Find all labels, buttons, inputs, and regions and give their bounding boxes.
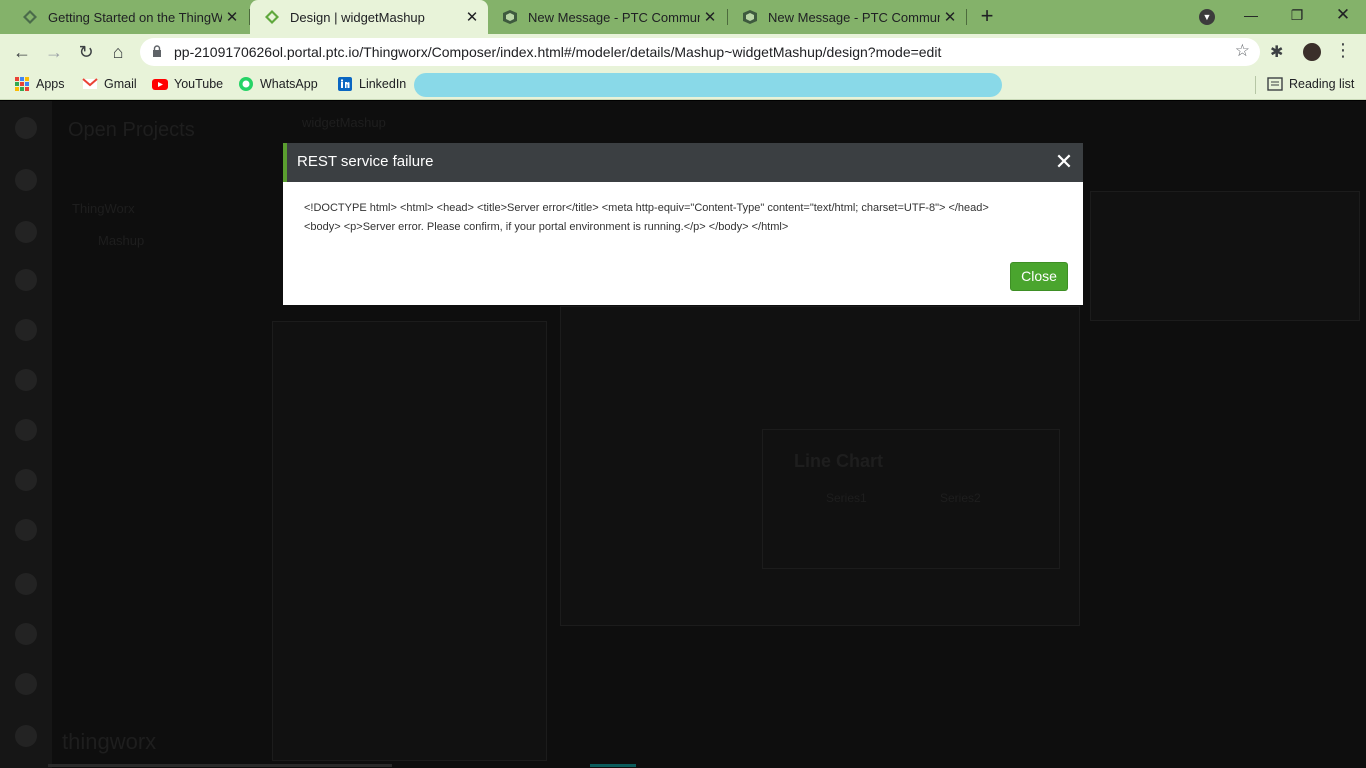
tab-design-widgetmashup[interactable]: Design | widgetMashup ✕ [250,0,488,34]
tab-separator [966,9,967,25]
message-line: <body> <p>Server error. Please confirm, … [304,221,789,233]
tab-title: New Message - PTC Community [528,9,700,25]
rail-location-icon [15,573,37,595]
dialog-title: REST service failure [297,153,434,170]
youtube-icon [152,79,168,90]
left-rail [0,101,52,768]
new-tab-button[interactable]: + [976,5,998,28]
close-window-icon[interactable]: ✕ [1320,0,1366,30]
url-text: pp-2109170626ol.portal.ptc.io/Thingworx/… [174,44,942,60]
extensions-puzzle-icon[interactable]: ✱ [1270,42,1283,62]
reading-list-label: Reading list [1289,77,1355,91]
tab-title: Design | widgetMashup [290,9,425,25]
rail-settings-icon [15,469,37,491]
reading-list-button[interactable]: Reading list [1267,76,1354,92]
whatsapp-icon [239,77,253,91]
rail-modeling-icon [15,269,37,291]
reload-icon[interactable]: ↻ [74,40,98,64]
bookmark-youtube[interactable]: YouTube [152,76,223,92]
profile-avatar[interactable] [1301,41,1323,63]
linkedin-icon [338,77,352,91]
tree-item: Mashup [98,233,145,248]
tab-close-icon[interactable]: ✕ [940,8,960,26]
dialog-message: <!DOCTYPE html> <html> <head> <title>Ser… [304,199,1064,237]
browser-toolbar: ← → ↻ ⌂ pp-2109170626ol.portal.ptc.io/Th… [0,34,1366,70]
rail-mail-icon [15,419,37,441]
bookmark-apps[interactable]: Apps [14,76,65,92]
forward-arrow-icon[interactable]: → [42,40,66,64]
rail-analytics-icon [15,519,37,541]
thingworx-favicon-icon [265,10,279,24]
gmail-icon [82,78,98,89]
bookmark-label: YouTube [174,77,224,91]
tab-strip: Getting Started on the ThingWor ✕ Design… [0,0,1366,34]
rest-failure-dialog: REST service failure ✕ <!DOCTYPE html> <… [283,143,1083,305]
tab-title: New Message - PTC Community [768,9,940,25]
rail-collapse-icon [15,725,37,747]
tab-close-icon[interactable]: ✕ [222,8,242,26]
entity-name: widgetMashup [302,115,386,130]
message-line: <!DOCTYPE html> <html> <head> <title>Ser… [304,202,989,214]
brand-logo: thingworx [62,729,157,754]
more-menu-icon[interactable]: ⋮ [1334,40,1352,61]
lock-icon [153,45,161,57]
reading-list-icon [1267,77,1283,91]
tab-new-message-2[interactable]: New Message - PTC Community ✕ [728,0,966,34]
bookmark-gmail[interactable]: Gmail [82,76,137,92]
rail-search-icon [15,117,37,139]
chart-title: Line Chart [794,451,884,471]
minimize-icon[interactable]: — [1228,0,1274,30]
restore-icon[interactable]: ❐ [1274,0,1320,30]
rail-globe-icon [15,623,37,645]
scrollbar-accent [590,764,636,767]
tab-search-icon[interactable]: ▼ [1199,9,1215,25]
close-button[interactable]: Close [1010,262,1068,291]
bookmark-label: Gmail [104,77,137,91]
tab-close-icon[interactable]: ✕ [700,8,720,26]
rail-security-icon [15,369,37,391]
bookmarks-divider [1255,76,1256,94]
bookmark-star-icon[interactable]: ☆ [1235,41,1250,61]
rail-help-icon [15,673,37,695]
rail-add-icon [15,169,37,191]
tab-getting-started[interactable]: Getting Started on the ThingWor ✕ [8,0,248,34]
home-icon[interactable]: ⌂ [106,40,130,64]
chart-widget [762,429,1060,569]
redaction-scribble [414,73,1002,97]
bookmark-linkedin[interactable]: LinkedIn [337,76,406,92]
bookmark-label: Apps [36,77,65,91]
tab-new-message-1[interactable]: New Message - PTC Community ✕ [488,0,726,34]
rail-projects-icon [15,221,37,243]
right-panel [1090,191,1360,321]
close-icon[interactable]: ✕ [1051,149,1077,175]
open-projects-heading: Open Projects [68,119,195,141]
scrollbar [48,764,392,767]
thingworx-favicon-icon [23,10,37,24]
back-arrow-icon[interactable]: ← [10,40,34,64]
dialog-header: REST service failure ✕ [283,143,1083,182]
bookmark-label: LinkedIn [359,77,407,91]
tree-item: ThingWorx [72,201,135,216]
chart-legend-item: Series1 [826,491,867,505]
apps-grid-icon [15,77,29,91]
tab-close-icon[interactable]: ✕ [462,8,482,26]
address-bar[interactable]: pp-2109170626ol.portal.ptc.io/Thingworx/… [140,38,1260,66]
chart-legend-item: Series2 [940,491,981,505]
ptc-community-favicon-icon [503,10,517,24]
bookmark-label: WhatsApp [260,77,318,91]
bookmark-whatsapp[interactable]: WhatsApp [238,76,318,92]
rail-visibility-icon [15,319,37,341]
tab-title: Getting Started on the ThingWor [48,9,222,25]
ptc-community-favicon-icon [743,10,757,24]
left-panel [272,321,547,761]
